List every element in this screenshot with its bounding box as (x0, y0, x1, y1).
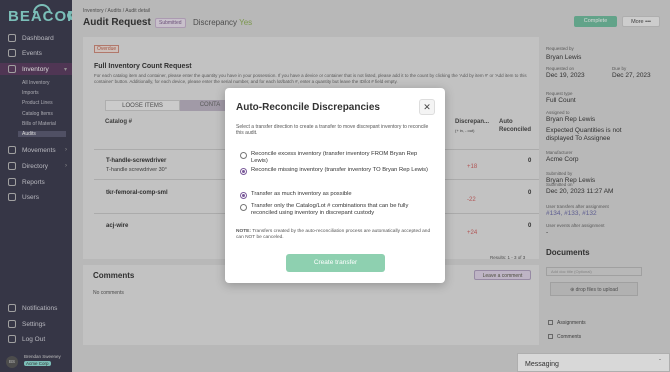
modal-note: NOTE: Transfers created by the auto-reco… (236, 229, 431, 240)
create-transfer-button[interactable]: Create transfer (286, 254, 385, 272)
close-icon[interactable]: ✕ (419, 99, 435, 115)
radio-transfer-full-only[interactable]: Transfer only the Catalog/Lot # combinat… (240, 203, 435, 216)
app-root: BEACON ‹ Dashboard Events Inventory▾ All… (0, 0, 670, 372)
radio-selected-icon[interactable] (240, 168, 247, 175)
modal-title: Auto-Reconcile Discrepancies (236, 102, 380, 113)
radio-unselected-icon[interactable] (240, 204, 247, 211)
radio-selected-icon[interactable] (240, 192, 247, 199)
radio-transfer-max[interactable]: Transfer as much inventory as possible (240, 191, 435, 199)
modal-description: Select a transfer direction to create a … (236, 124, 429, 136)
radio-reconcile-excess[interactable]: Reconcile excess inventory (transfer inv… (240, 151, 435, 164)
auto-reconcile-modal: Auto-Reconcile Discrepancies ✕ Select a … (225, 88, 445, 283)
radio-reconcile-missing[interactable]: Reconcile missing inventory (transfer in… (240, 167, 435, 175)
radio-unselected-icon[interactable] (240, 152, 247, 159)
